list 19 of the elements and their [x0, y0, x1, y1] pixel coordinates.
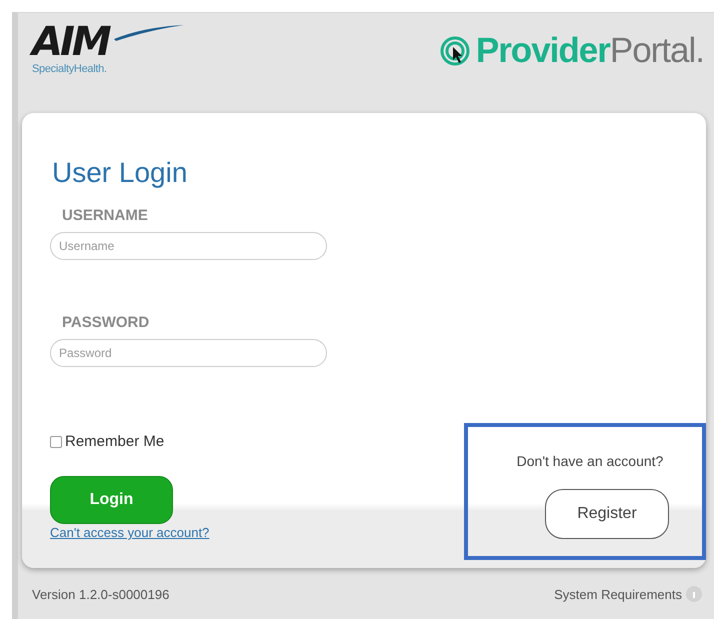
version-text: Version 1.2.0-s0000196: [32, 586, 170, 602]
cursor-target-icon: [440, 36, 470, 66]
register-button[interactable]: Register: [545, 489, 669, 539]
swoosh-icon: [114, 25, 184, 41]
checkbox[interactable]: [50, 436, 62, 448]
login-button[interactable]: Login: [50, 476, 173, 524]
field-label: PASSWORD: [62, 314, 150, 331]
brand-logo-text: AIM: [32, 25, 113, 59]
info-icon: [686, 586, 702, 602]
portal-logo-text: ProviderPortal.: [476, 31, 704, 71]
brand-tagline: SpecialtyHealth.: [32, 63, 108, 75]
field-label: USERNAME: [62, 207, 148, 224]
input-field[interactable]: Username: [50, 232, 327, 260]
help-link[interactable]: Can't access your account?: [50, 525, 210, 540]
input-field[interactable]: Password: [50, 339, 327, 367]
checkbox-label: Remember Me: [65, 433, 164, 450]
login-title: User Login: [52, 157, 188, 189]
requirements-link[interactable]: System Requirements: [554, 586, 682, 602]
register-prompt: Don't have an account?: [516, 453, 664, 469]
